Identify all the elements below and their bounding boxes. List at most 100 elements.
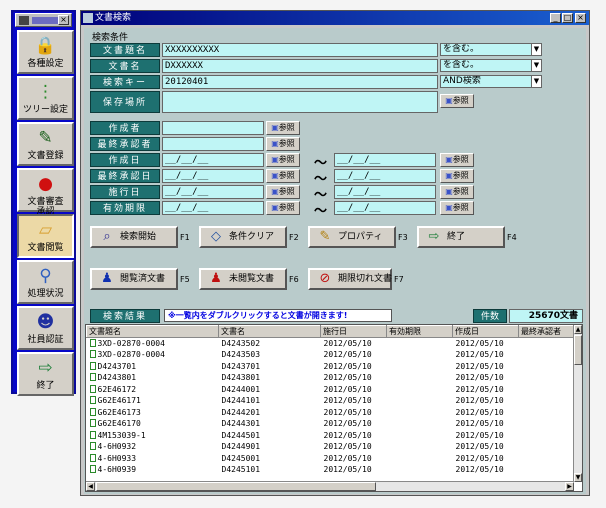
action-button-0[interactable]: ⌕ 検索開始 <box>90 226 178 248</box>
created-to-input[interactable]: __/__/__ <box>334 153 436 167</box>
maximize-button[interactable]: □ <box>562 13 573 23</box>
doc-name-mode-select[interactable]: を含む。 ▼ <box>440 43 542 56</box>
cell-text: 62E46172 <box>97 384 137 394</box>
table-row[interactable]: 4-6H0932 D4244901 2012/05/10 2012/05/10 <box>87 441 577 453</box>
effective-to-input[interactable]: __/__/__ <box>334 185 436 199</box>
table-row[interactable]: G62E46173 D4244201 2012/05/10 2012/05/10 <box>87 407 577 419</box>
final_approved-to-input[interactable]: __/__/__ <box>334 169 436 183</box>
action-button-5[interactable]: ♟ 未閲覧文書 <box>199 268 287 290</box>
scroll-right-icon[interactable]: ▶ <box>565 482 574 491</box>
ref-label: 参照 <box>278 187 295 196</box>
chevron-down-icon[interactable]: ▼ <box>531 76 541 87</box>
location-ref-button[interactable]: ▣参照 <box>440 94 474 108</box>
column-header[interactable]: 文書名 <box>218 325 321 338</box>
column-header[interactable]: 作成日 <box>452 325 519 338</box>
minimize-button[interactable]: _ <box>550 13 561 23</box>
expiry-from-input[interactable]: __/__/__ <box>162 201 264 215</box>
final-approver-input[interactable] <box>162 137 264 151</box>
table-row[interactable]: G62E46171 D4244101 2012/05/10 2012/05/10 <box>87 395 577 407</box>
approval-stamp-icon: ● <box>38 174 53 194</box>
created-to-ref-button[interactable]: ▣参照 <box>440 153 474 167</box>
ref-label: 参照 <box>452 171 469 180</box>
function-key-label: F4 <box>507 233 517 242</box>
action-button-4[interactable]: ♟ 閲覧済文書 <box>90 268 178 290</box>
launcher-button-label: 処理状況 <box>27 289 64 299</box>
expiry-to-ref-button[interactable]: ▣参照 <box>440 201 474 215</box>
column-header[interactable]: 施行日 <box>320 325 387 338</box>
hscroll-thumb[interactable] <box>96 482 376 491</box>
doc-file-input[interactable]: DXXXXXX <box>162 59 438 73</box>
table-row[interactable]: 4-6H0933 D4245001 2012/05/10 2012/05/10 <box>87 453 577 465</box>
document-icon <box>89 419 96 428</box>
action-button-2[interactable]: ✎ プロパティ <box>308 226 396 248</box>
keyword-mode-select[interactable]: AND検索 ▼ <box>440 75 542 88</box>
expiry-to-input[interactable]: __/__/__ <box>334 201 436 215</box>
launcher-button-5[interactable]: ⚲ 処理状況 <box>17 260 74 304</box>
launcher-button-6[interactable]: ☻ 社員認証 <box>17 306 74 350</box>
launcher-button-7[interactable]: ⇨ 終了 <box>17 352 74 396</box>
table-cell: 4-6H0939 <box>87 464 219 476</box>
result-list[interactable]: 文書題名 文書名 施行日 有効期限 作成日 最終承認者 3XD-02870-0004 D42… <box>85 324 583 492</box>
function-key-label: F3 <box>398 233 408 242</box>
chevron-down-icon[interactable]: ▼ <box>531 44 541 55</box>
ref-label: 参照 <box>452 187 469 196</box>
launcher-button-3[interactable]: ● 文書審査 承認 <box>17 168 74 217</box>
table-cell <box>387 418 453 430</box>
table-cell: 2012/05/10 <box>455 396 504 406</box>
ref-label: 参照 <box>278 155 295 164</box>
table-row[interactable]: 4-6H0939 D4245101 2012/05/10 2012/05/10 <box>87 464 577 476</box>
chevron-down-icon[interactable]: ▼ <box>531 60 541 71</box>
created-from-ref-button[interactable]: ▣参照 <box>266 153 300 167</box>
doc-name-input[interactable]: XXXXXXXXXX <box>162 43 438 57</box>
author-ref-button[interactable]: ▣参照 <box>266 121 300 135</box>
ref-label: 参照 <box>452 203 469 212</box>
table-row[interactable]: G62E46170 D4244301 2012/05/10 2012/05/10 <box>87 418 577 430</box>
table-cell: 2012/05/10 <box>455 407 504 417</box>
close-button[interactable]: × <box>575 13 586 23</box>
author-input[interactable] <box>162 121 264 135</box>
table-row[interactable]: 4M153039-1 D4244501 2012/05/10 2012/05/10 <box>87 430 577 442</box>
table-row[interactable]: D4243701 D4243701 2012/05/10 2012/05/10 <box>87 361 577 373</box>
launcher-close-button[interactable]: × <box>58 15 69 25</box>
launcher-button-2[interactable]: ✎ 文書登録 <box>17 122 74 166</box>
vertical-scrollbar[interactable]: ▲ ▼ <box>573 325 582 482</box>
column-header[interactable]: 最終承認者 <box>518 325 577 338</box>
table-cell: 2012/05/10 <box>455 419 504 429</box>
keyword-label: 検索キー <box>90 75 160 89</box>
final_approved-to-ref-button[interactable]: ▣参照 <box>440 169 474 183</box>
action-button-3[interactable]: ⇨ 終了 <box>417 226 505 248</box>
table-row[interactable]: 62E46172 D4244001 2012/05/10 2012/05/10 <box>87 384 577 396</box>
horizontal-scrollbar[interactable]: ◀ ▶ <box>86 481 574 491</box>
effective-from-input[interactable]: __/__/__ <box>162 185 264 199</box>
scroll-up-icon[interactable]: ▲ <box>574 325 582 334</box>
launcher-button-4[interactable]: ▱ 文書閲覧 <box>17 214 74 258</box>
table-row[interactable]: D4243801 D4243801 2012/05/10 2012/05/10 <box>87 372 577 384</box>
final_approved-from-input[interactable]: __/__/__ <box>162 169 264 183</box>
column-header[interactable]: 有効期限 <box>386 325 453 338</box>
table-cell: 2012/05/10 <box>455 442 504 452</box>
scroll-left-icon[interactable]: ◀ <box>86 482 95 491</box>
launcher-button-1[interactable]: ⋮ ツリー設定 <box>17 76 74 120</box>
keyword-input[interactable]: 20120401 <box>162 75 438 89</box>
location-input[interactable] <box>162 91 438 113</box>
effective-to-ref-button[interactable]: ▣参照 <box>440 185 474 199</box>
column-header[interactable]: 文書題名 <box>86 325 219 338</box>
scroll-down-icon[interactable]: ▼ <box>574 473 582 482</box>
final-approver-ref-button[interactable]: ▣参照 <box>266 137 300 151</box>
created-from-input[interactable]: __/__/__ <box>162 153 264 167</box>
table-cell: 2012/05/10 <box>323 430 372 440</box>
calendar-icon: ▣ <box>445 171 453 180</box>
expiry-from-ref-button[interactable]: ▣参照 <box>266 201 300 215</box>
table-row[interactable]: 3XD-02870-0004 D4243503 2012/05/10 2012/05/… <box>87 349 577 361</box>
doc-file-mode-select[interactable]: を含む。 ▼ <box>440 59 542 72</box>
cell-text: G62E46173 <box>97 407 141 417</box>
final_approved-from-ref-button[interactable]: ▣参照 <box>266 169 300 183</box>
action-button-6[interactable]: ⊘ 期限切れ文書 <box>308 268 392 290</box>
table-row[interactable]: 3XD-02870-0004 D4243502 2012/05/10 2012/05/… <box>87 338 577 350</box>
launcher-button-0[interactable]: 🔒 各種設定 <box>17 30 74 74</box>
action-button-1[interactable]: ◇ 条件クリア <box>199 226 287 248</box>
launcher-button-label: 終了 <box>36 381 55 391</box>
scroll-thumb[interactable] <box>574 335 582 365</box>
table-cell: D4244501 <box>221 430 261 440</box>
effective-from-ref-button[interactable]: ▣参照 <box>266 185 300 199</box>
